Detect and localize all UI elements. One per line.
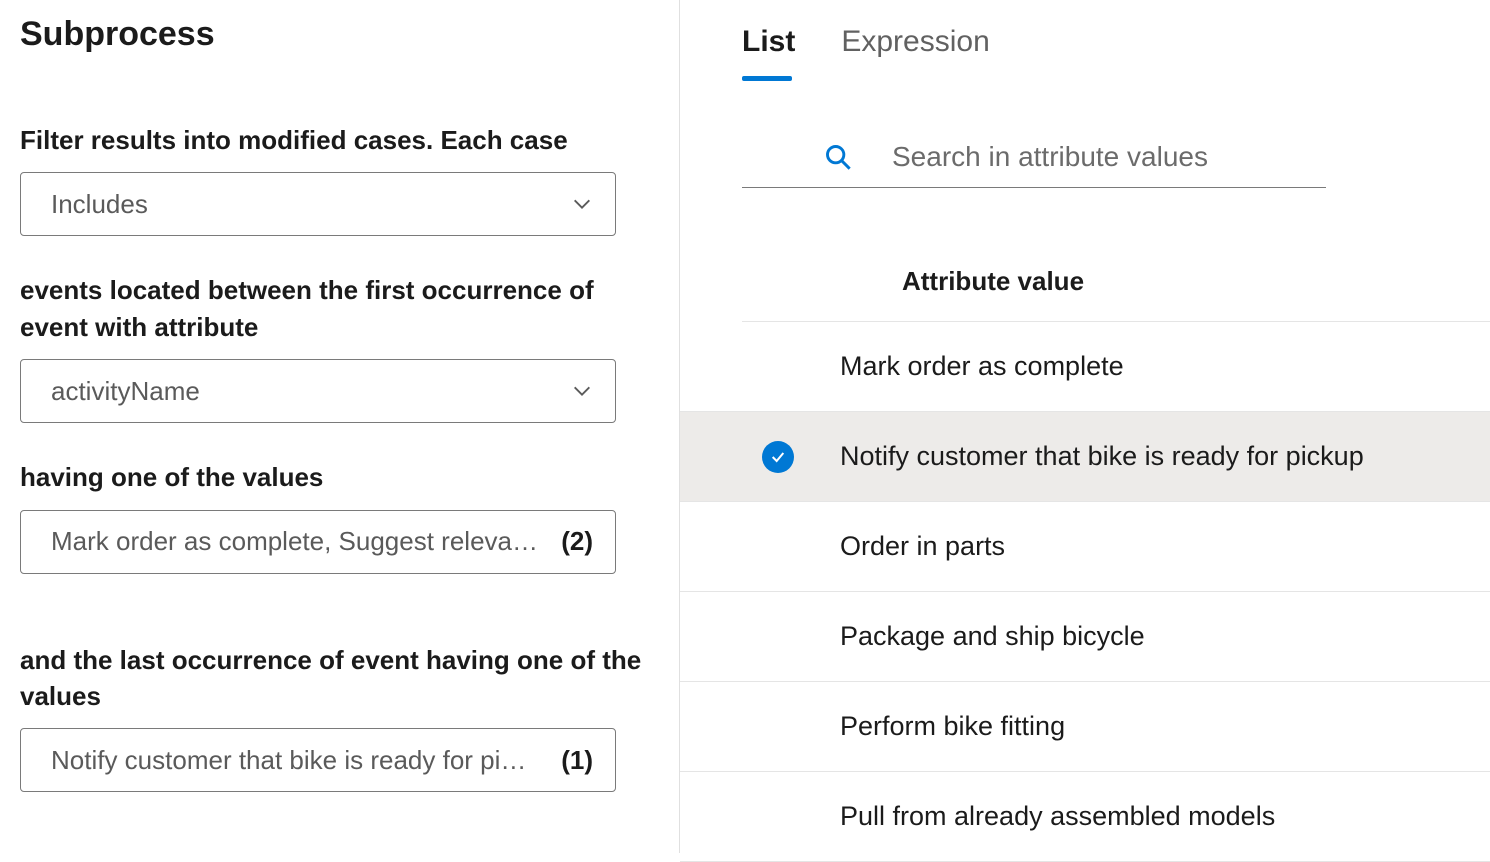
last-values-select[interactable]: Notify customer that bike is ready for p…: [20, 728, 616, 792]
filter-select[interactable]: Includes: [20, 172, 616, 236]
attribute-value-list: Mark order as complete Notify customer th…: [680, 322, 1490, 862]
last-values-field-group: and the last occurrence of event having …: [20, 642, 659, 793]
chevron-down-icon: [571, 380, 593, 402]
list-item-label: Pull from already assembled models: [840, 801, 1275, 832]
list-item-label: Mark order as complete: [840, 351, 1124, 382]
left-panel: Subprocess Filter results into modified …: [0, 0, 680, 853]
filter-field-group: Filter results into modified cases. Each…: [20, 122, 659, 236]
check-circle-icon: [762, 441, 794, 473]
having-values-count: (2): [561, 526, 593, 557]
attribute-value-header: Attribute value: [742, 266, 1490, 322]
filter-select-value: Includes: [51, 189, 571, 220]
list-item[interactable]: Package and ship bicycle: [680, 592, 1490, 682]
events-attribute-select[interactable]: activityName: [20, 359, 616, 423]
tabs: List Expression: [680, 15, 1490, 81]
tab-list[interactable]: List: [742, 25, 795, 81]
list-item-label: Package and ship bicycle: [840, 621, 1145, 652]
search-row: [742, 141, 1326, 188]
list-item[interactable]: Mark order as complete: [680, 322, 1490, 412]
events-attribute-select-value: activityName: [51, 376, 571, 407]
last-values-select-value: Notify customer that bike is ready for p…: [51, 745, 541, 776]
list-item-label: Order in parts: [840, 531, 1005, 562]
last-values-count: (1): [561, 745, 593, 776]
right-panel: List Expression Attribute value Mark ord…: [680, 0, 1490, 853]
search-icon: [824, 143, 852, 171]
having-values-select-value: Mark order as complete, Suggest releva…: [51, 526, 541, 557]
filter-label: Filter results into modified cases. Each…: [20, 122, 659, 158]
list-item[interactable]: Perform bike fitting: [680, 682, 1490, 772]
list-item-label: Perform bike fitting: [840, 711, 1065, 742]
tab-expression[interactable]: Expression: [841, 25, 989, 81]
list-item-label: Notify customer that bike is ready for p…: [840, 441, 1364, 472]
search-input[interactable]: [892, 141, 1326, 173]
having-values-select[interactable]: Mark order as complete, Suggest releva… …: [20, 510, 616, 574]
list-item[interactable]: Order in parts: [680, 502, 1490, 592]
having-values-label: having one of the values: [20, 459, 659, 495]
list-item[interactable]: Notify customer that bike is ready for p…: [680, 412, 1490, 502]
having-values-field-group: having one of the values Mark order as c…: [20, 459, 659, 573]
events-attribute-label: events located between the first occurre…: [20, 272, 659, 345]
check-icon: [770, 449, 786, 465]
list-item[interactable]: Pull from already assembled models: [680, 772, 1490, 862]
events-attribute-field-group: events located between the first occurre…: [20, 272, 659, 423]
chevron-down-icon: [571, 193, 593, 215]
last-values-label: and the last occurrence of event having …: [20, 642, 659, 715]
list-item-check: [742, 441, 840, 473]
page-title: Subprocess: [20, 15, 659, 54]
